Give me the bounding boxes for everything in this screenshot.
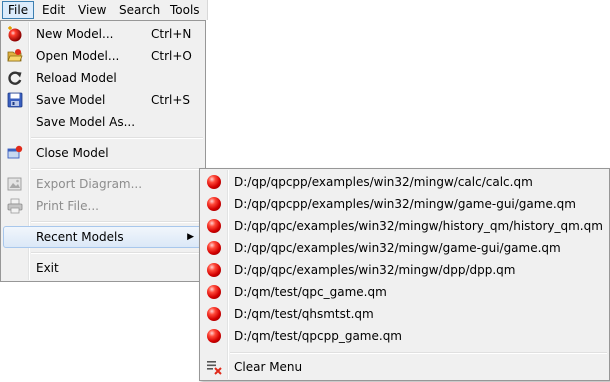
recent-model-item[interactable]: D:/qm/test/qhsmtst.qm (202, 303, 607, 325)
recent-models-label: Recent Models (36, 230, 124, 244)
model-ball-icon (206, 262, 222, 278)
close-model-label: Close Model (36, 146, 109, 160)
file-menu-dropdown: New Model... Ctrl+N Open Model... Ctrl+O… (0, 20, 206, 282)
reload-model-label: Reload Model (36, 71, 117, 85)
model-ball-icon (206, 174, 222, 190)
menu-item-recent-models[interactable]: Recent Models ▶ (3, 226, 203, 248)
recent-model-item[interactable]: D:/qp/qpc/examples/win32/mingw/history_q… (202, 215, 607, 237)
menu-item-new-model[interactable]: New Model... Ctrl+N (3, 23, 203, 45)
clear-menu-label: Clear Menu (234, 360, 303, 374)
submenu-separator (230, 352, 607, 354)
recent-model-item[interactable]: D:/qp/qpcpp/examples/win32/mingw/calc/ca… (202, 171, 607, 193)
menu-separator (31, 168, 203, 170)
save-disk-icon (7, 92, 23, 108)
recent-model-item[interactable]: D:/qp/qpc/examples/win32/mingw/game-gui/… (202, 237, 607, 259)
printer-icon (7, 198, 23, 214)
new-model-shortcut: Ctrl+N (151, 27, 192, 41)
menu-separator (31, 137, 203, 139)
recent-model-path: D:/qp/qpcpp/examples/win32/mingw/game-gu… (234, 197, 576, 211)
recent-models-submenu: D:/qp/qpcpp/examples/win32/mingw/calc/ca… (199, 168, 610, 381)
open-model-label: Open Model... (36, 49, 120, 63)
menu-file[interactable]: File (2, 1, 35, 19)
save-model-as-label: Save Model As... (36, 115, 136, 129)
clear-menu-item[interactable]: Clear Menu (202, 356, 607, 378)
menu-item-exit[interactable]: Exit (3, 257, 203, 279)
reload-icon (7, 70, 23, 86)
recent-model-path: D:/qp/qpc/examples/win32/mingw/dpp/dpp.q… (234, 263, 516, 277)
recent-model-item[interactable]: D:/qp/qpc/examples/win32/mingw/dpp/dpp.q… (202, 259, 607, 281)
menu-bar: File Edit View Search Tools (0, 0, 208, 20)
exit-label: Exit (36, 261, 59, 275)
recent-model-path: D:/qm/test/qhsmtst.qm (234, 307, 374, 321)
menu-item-reload-model[interactable]: Reload Model (3, 67, 203, 89)
recent-model-path: D:/qp/qpc/examples/win32/mingw/game-gui/… (234, 241, 561, 255)
recent-model-item[interactable]: D:/qm/test/qpc_game.qm (202, 281, 607, 303)
recent-model-path: D:/qm/test/qpc_game.qm (234, 285, 387, 299)
submenu-arrow-icon: ▶ (187, 232, 194, 242)
recent-model-item[interactable]: D:/qm/test/qpcpp_game.qm (202, 325, 607, 347)
recent-model-path: D:/qp/qpcpp/examples/win32/mingw/calc/ca… (234, 175, 533, 189)
menu-item-save-model-as[interactable]: Save Model As... (3, 111, 203, 133)
new-model-label: New Model... (36, 27, 114, 41)
export-diagram-label: Export Diagram... (36, 177, 143, 191)
menu-search[interactable]: Search (114, 1, 165, 19)
menu-item-export-diagram[interactable]: Export Diagram... (3, 173, 203, 195)
menu-item-save-model[interactable]: Save Model Ctrl+S (3, 89, 203, 111)
model-ball-icon (206, 328, 222, 344)
close-model-icon (7, 145, 23, 161)
menu-item-close-model[interactable]: Close Model (3, 142, 203, 164)
model-ball-icon (206, 306, 222, 322)
save-model-shortcut: Ctrl+S (151, 93, 191, 107)
menu-item-print-file[interactable]: Print File... (3, 195, 203, 217)
menu-edit[interactable]: Edit (37, 1, 70, 19)
model-ball-icon (206, 196, 222, 212)
save-model-label: Save Model (36, 93, 106, 107)
model-ball-icon (206, 240, 222, 256)
model-ball-icon (206, 218, 222, 234)
open-model-shortcut: Ctrl+O (151, 49, 192, 63)
export-image-icon (7, 176, 23, 192)
menu-tools[interactable]: Tools (165, 1, 205, 19)
print-file-label: Print File... (36, 199, 99, 213)
clear-list-icon (206, 359, 222, 375)
recent-model-path: D:/qp/qpc/examples/win32/mingw/history_q… (234, 219, 603, 233)
model-ball-icon (206, 284, 222, 300)
recent-model-path: D:/qm/test/qpcpp_game.qm (234, 329, 402, 343)
menu-view[interactable]: View (73, 1, 111, 19)
menu-separator (31, 252, 203, 254)
menu-item-open-model[interactable]: Open Model... Ctrl+O (3, 45, 203, 67)
open-folder-icon (7, 48, 23, 64)
recent-model-item[interactable]: D:/qp/qpcpp/examples/win32/mingw/game-gu… (202, 193, 607, 215)
menu-separator (31, 221, 203, 223)
new-model-icon (7, 26, 23, 42)
